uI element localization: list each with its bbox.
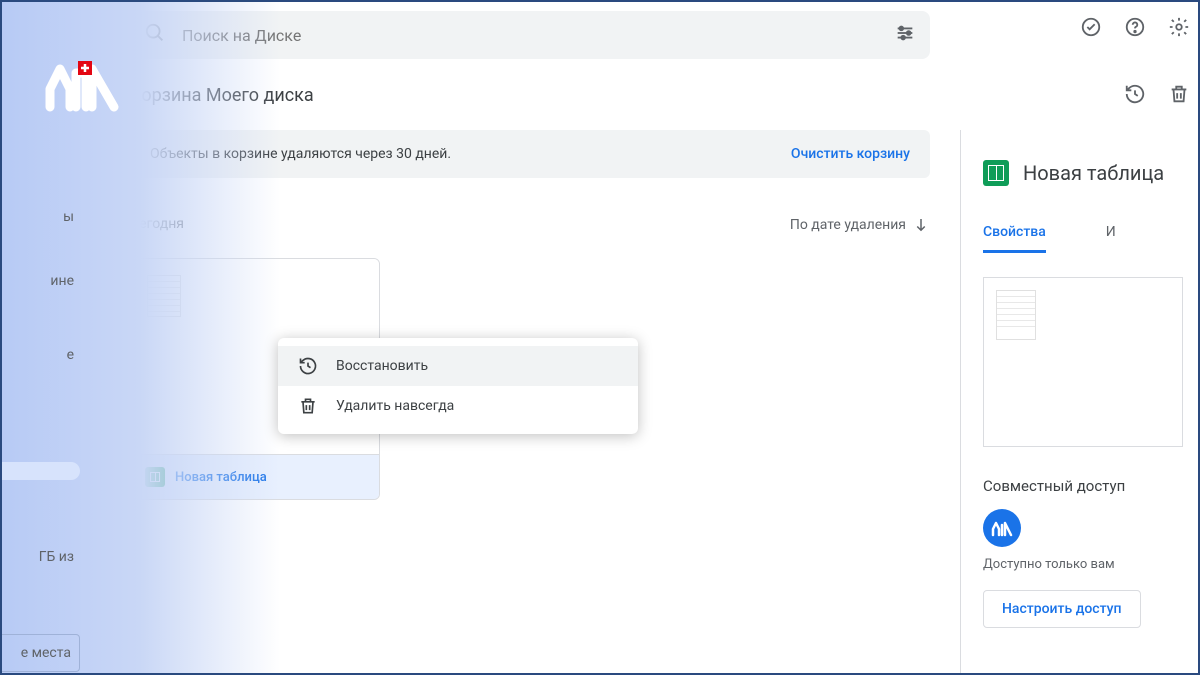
offline-ready-icon[interactable] bbox=[1080, 16, 1102, 42]
share-subtext: Доступно только вам bbox=[983, 557, 1200, 572]
banner-text: Объекты в корзине удаляются через 30 дне… bbox=[150, 146, 451, 162]
sheets-icon bbox=[983, 160, 1009, 186]
share-heading: Совместный доступ bbox=[983, 477, 1200, 495]
sidebar-item-fragment[interactable]: ы bbox=[0, 200, 80, 234]
section-today: Сегодня bbox=[130, 216, 184, 234]
details-panel: Новая таблица Свойства И Совместный дост… bbox=[960, 130, 1200, 675]
empty-trash-button[interactable]: Очистить корзину bbox=[791, 146, 910, 162]
trash-icon[interactable] bbox=[1168, 83, 1190, 109]
tab-activity[interactable]: И bbox=[1106, 224, 1116, 253]
tab-properties[interactable]: Свойства bbox=[983, 224, 1046, 253]
sidebar-item-fragment[interactable]: ине bbox=[0, 264, 80, 298]
settings-icon[interactable] bbox=[1168, 16, 1190, 42]
sort-dropdown[interactable]: По дате удаления bbox=[790, 216, 930, 234]
page-title: Корзина Моего диска bbox=[130, 85, 314, 106]
owner-avatar bbox=[983, 509, 1021, 547]
site-logo bbox=[42, 55, 122, 119]
storage-text: ГБ из bbox=[0, 540, 80, 574]
search-input[interactable] bbox=[182, 26, 894, 45]
details-preview bbox=[983, 277, 1183, 447]
search-box[interactable] bbox=[130, 11, 930, 59]
sheets-icon bbox=[145, 467, 165, 487]
tune-icon[interactable] bbox=[894, 22, 916, 48]
file-name: Новая таблица bbox=[175, 470, 267, 485]
sidebar-item-active[interactable] bbox=[0, 462, 80, 480]
menu-delete-forever[interactable]: Удалить навсегда bbox=[278, 386, 638, 426]
trash-info-banner: Объекты в корзине удаляются через 30 дне… bbox=[130, 130, 930, 178]
search-icon bbox=[144, 22, 166, 48]
configure-access-button[interactable]: Настроить доступ bbox=[983, 590, 1141, 628]
context-menu: Восстановить Удалить навсегда bbox=[278, 338, 638, 434]
details-title: Новая таблица bbox=[1023, 161, 1164, 185]
restore-icon[interactable] bbox=[1124, 83, 1146, 109]
help-icon[interactable] bbox=[1124, 16, 1146, 42]
buy-storage-button[interactable]: е места bbox=[0, 634, 80, 672]
menu-restore[interactable]: Восстановить bbox=[278, 346, 638, 386]
sidebar-item-fragment[interactable]: е bbox=[0, 338, 80, 372]
